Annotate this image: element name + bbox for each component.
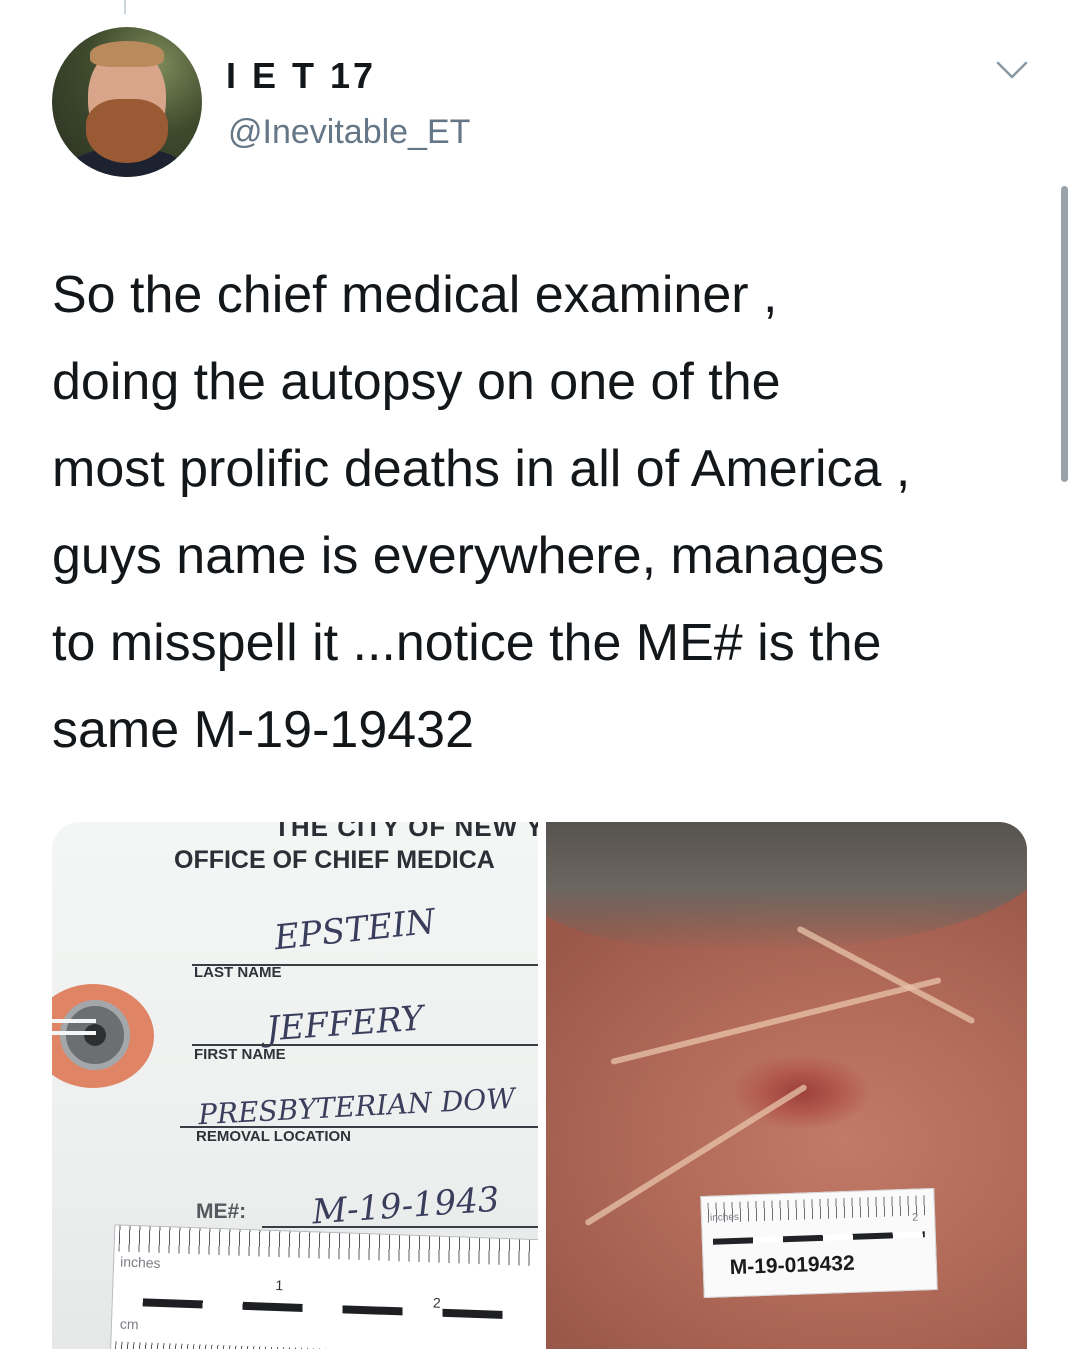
ruler-number-1: 1: [275, 1276, 284, 1294]
tag-grommet: [52, 984, 154, 1088]
chevron-down-icon[interactable]: [995, 58, 1029, 82]
avatar[interactable]: [52, 27, 202, 177]
me-number-printed: M-19-019432: [729, 1251, 856, 1280]
removal-location-value: PRESBYTERIAN DOW: [197, 1081, 516, 1132]
ruler-number-2: 2: [432, 1294, 441, 1311]
ruler-scale: inches 1 2 cm: [109, 1224, 538, 1349]
user-handle[interactable]: @Inevitable_ET: [228, 113, 470, 152]
neck-ruler-unit: inches: [709, 1211, 740, 1224]
toe-tag-photo[interactable]: THE CITY OF NEW Y OFFICE OF CHIEF MEDICA…: [52, 822, 538, 1349]
tweet-media[interactable]: THE CITY OF NEW Y OFFICE OF CHIEF MEDICA…: [52, 822, 1027, 1349]
last-name-label: LAST NAME: [194, 964, 282, 981]
ruler-unit-cm: cm: [119, 1315, 139, 1333]
me-value-handwritten: M-19-1943: [310, 1179, 501, 1233]
neck-ruler-number: 2: [911, 1211, 919, 1224]
tag-header-office: OFFICE OF CHIEF MEDICA: [174, 846, 495, 874]
tag-string: [52, 1019, 96, 1023]
scrollbar[interactable]: [1061, 186, 1068, 482]
thread-line: [124, 0, 126, 14]
tag-header-city: THE CITY OF NEW Y: [274, 822, 538, 842]
removal-location-label: REMOVAL LOCATION: [196, 1128, 351, 1145]
last-name-value: EPSTEIN: [272, 901, 438, 959]
first-name-value: JEFFERY: [264, 998, 425, 1050]
display-name[interactable]: I E T 17: [226, 55, 376, 97]
first-name-label: FIRST NAME: [194, 1046, 286, 1063]
me-number-label: inches 2 M-19-019432: [700, 1187, 938, 1299]
neck-photo[interactable]: inches 2 M-19-019432: [546, 822, 1027, 1349]
me-line: [262, 1226, 538, 1228]
tweet-text: So the chief medical examiner , doing th…: [52, 266, 911, 759]
me-label: ME#:: [196, 1200, 247, 1223]
ruler-unit-inches: inches: [119, 1253, 161, 1271]
